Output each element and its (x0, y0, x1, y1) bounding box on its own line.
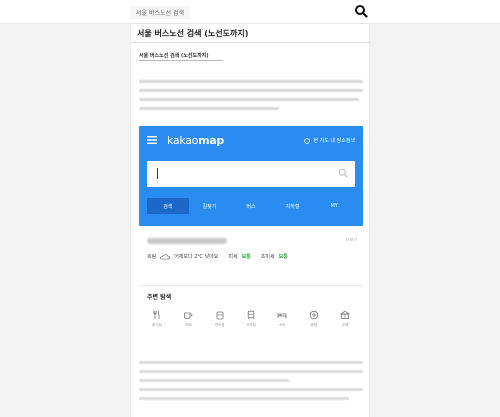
kakao-tabs: 검색 길찾기 버스 지하철 MY (147, 198, 355, 214)
tab-directions[interactable]: 길찾기 (189, 198, 231, 214)
weather-row: 흐림 어제보다 2℃ 낮아요 미세 보통 초미세 보통 (147, 253, 288, 260)
text-caret (157, 168, 158, 179)
weather-status: 흐림 (147, 254, 157, 260)
bed-icon (277, 313, 287, 318)
subway-icon (247, 310, 255, 320)
weather-panel: 더보기 흐림 어제보다 2℃ 낮아요 미세 보통 초미세 보통 (139, 235, 363, 286)
circle-icon (304, 137, 311, 144)
fork-knife-icon (153, 310, 160, 319)
nearby-item-bank[interactable]: 은행 (331, 310, 359, 328)
kakao-map-screenshot: kakaomap 현 지도 내 장소검색 검색 길찾기 버스 지하철 MY (139, 126, 363, 226)
temp-compare: 어제보다 2℃ 낮아요 (174, 254, 219, 260)
ultrafine-value: 보통 (278, 254, 288, 260)
bank-icon (339, 310, 350, 319)
fine-dust-value: 보통 (241, 254, 251, 260)
coffee-icon (184, 312, 193, 319)
fine-dust-label: 미세 (228, 254, 238, 260)
tab-bus[interactable]: 버스 (230, 198, 272, 214)
search-icon[interactable] (354, 4, 368, 18)
hamburger-menu-icon[interactable] (147, 136, 157, 144)
nearby-item-cafe[interactable]: 카페 (174, 310, 202, 328)
ultrafine-label: 초미세 (260, 254, 275, 260)
search-chip[interactable]: 서울 버스노선 검색 (130, 6, 190, 19)
nearby-title: 주변 탐색 (147, 294, 172, 301)
tab-subway[interactable]: 지하철 (272, 198, 314, 214)
nearby-item-restaurant[interactable]: 음식점 (143, 310, 171, 328)
subtitle-underline (139, 60, 223, 61)
title-divider (131, 42, 371, 43)
blurred-address (147, 238, 227, 244)
nearby-item-subway[interactable]: 지하철 (237, 310, 265, 328)
tab-my[interactable]: MY (313, 198, 355, 214)
kakao-search-input[interactable] (147, 161, 355, 187)
top-bar: 서울 버스노선 검색 (0, 0, 500, 24)
nearby-item-hospital[interactable]: 병원 (300, 310, 328, 328)
post-title: 서울 버스노선 검색 (노선도까지) (137, 29, 249, 38)
cloud-icon (160, 253, 171, 259)
hospital-icon (309, 310, 318, 320)
nearby-items: 음식점 카페 편의점 지하철 숙박 병원 은행 (143, 310, 359, 328)
kakaomap-logo: kakaomap (167, 134, 224, 147)
post-subtitle: 서울 버스노선 검색 (노선도까지) (139, 53, 209, 59)
tab-search[interactable]: 검색 (147, 198, 189, 214)
area-search-link[interactable]: 현 지도 내 장소검색 (304, 137, 355, 144)
post-card: 서울 버스노선 검색 (노선도까지) 서울 버스노선 검색 (노선도까지) ka… (130, 24, 371, 417)
nearby-item-store[interactable]: 편의점 (206, 310, 234, 328)
search-icon[interactable] (338, 168, 348, 178)
bottom-text (139, 361, 363, 406)
intro-text (139, 80, 363, 116)
more-link[interactable]: 더보기 (346, 237, 357, 243)
nearby-item-lodging[interactable]: 숙박 (268, 310, 296, 328)
store-icon (216, 311, 224, 320)
